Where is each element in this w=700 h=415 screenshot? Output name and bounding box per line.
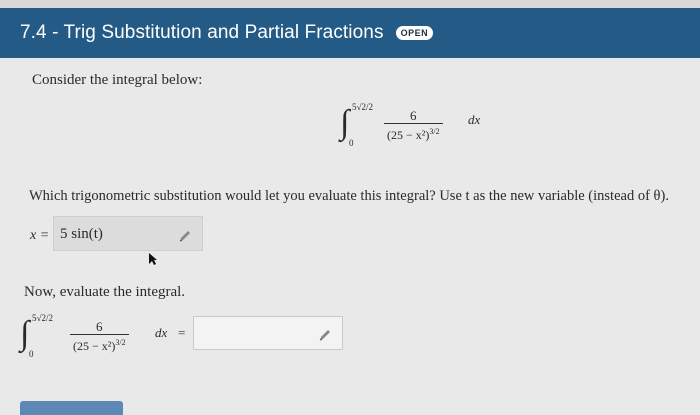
lower-limit: 0 (349, 138, 354, 148)
mouse-cursor-icon (149, 253, 157, 265)
pencil-icon[interactable] (318, 328, 332, 342)
question-content: Consider the integral below: ∫ 5√2/2 0 6… (0, 58, 700, 415)
substitution-answer-value: 5 sin(t) (60, 226, 103, 242)
integral-sign-2: ∫ (20, 315, 30, 352)
equals-sign: = (178, 325, 186, 340)
differential-2: dx (155, 325, 168, 340)
numerator-2: 6 (96, 319, 103, 334)
integral-sign: ∫ (340, 104, 350, 141)
integrand-fraction: 6 (25 − x²)3/2 (384, 108, 443, 143)
submit-button[interactable] (20, 401, 123, 415)
answer-lhs: x = (30, 228, 50, 243)
integral-expression-2: ∫ 5√2/2 0 6 (25 − x²)3/2 dx = (20, 313, 200, 361)
denominator-2: (25 − x²)3/2 (73, 338, 126, 353)
upper-limit-2: 5√2/2 (32, 313, 53, 323)
integrand-fraction-2: 6 (25 − x²)3/2 (70, 319, 129, 354)
numerator: 6 (410, 108, 417, 123)
assignment-header: 7.4 - Trig Substitution and Partial Frac… (0, 8, 700, 58)
page-title: 7.4 - Trig Substitution and Partial Frac… (20, 22, 384, 43)
question-evaluate: Now, evaluate the integral. (24, 284, 186, 300)
denominator: (25 − x²)3/2 (387, 127, 440, 142)
integral-answer-field[interactable] (193, 316, 343, 350)
differential: dx (468, 112, 481, 127)
status-badge: OPEN (395, 26, 434, 40)
pencil-icon[interactable] (178, 229, 192, 243)
question-substitution: Which trigonometric substitution would l… (29, 188, 669, 204)
integral-expression: ∫ 5√2/2 0 6 (25 − x²)3/2 dx (340, 102, 500, 150)
lower-limit-2: 0 (29, 349, 34, 359)
prompt-text: Consider the integral below: (32, 72, 203, 88)
upper-limit: 5√2/2 (352, 102, 373, 112)
substitution-answer-field[interactable]: 5 sin(t) (53, 216, 203, 251)
top-strip (0, 0, 700, 8)
